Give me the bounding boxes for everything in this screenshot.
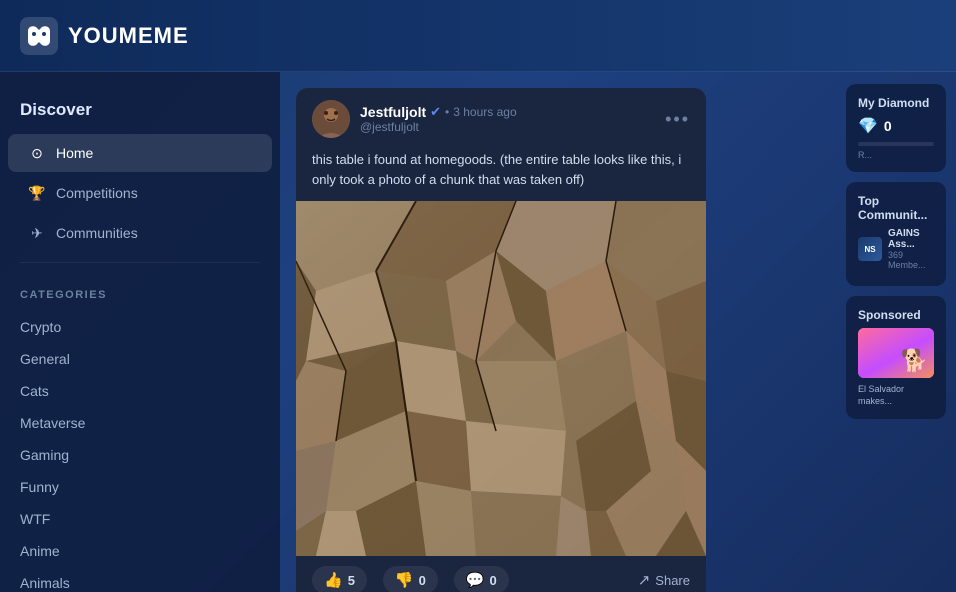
dog-emoji: 🐕 bbox=[901, 348, 928, 374]
diamond-count: 0 bbox=[884, 118, 892, 134]
author-name-row: Jestfuljolt ✔ • 3 hours ago bbox=[360, 104, 517, 120]
post-card: Jestfuljolt ✔ • 3 hours ago @jestfuljolt… bbox=[296, 88, 706, 592]
diamond-icon: 💎 bbox=[858, 116, 878, 136]
diamond-title: My Diamond bbox=[858, 96, 934, 110]
sidebar-item-communities-label: Communities bbox=[56, 225, 138, 241]
right-sidebar: My Diamond 💎 0 R... Top Communit... NS G… bbox=[846, 72, 956, 592]
dislike-icon: 👎 bbox=[395, 571, 414, 589]
category-gaming[interactable]: Gaming bbox=[0, 439, 280, 471]
comment-count: 0 bbox=[490, 573, 497, 588]
sponsored-card: Sponsored 🐕 El Salvador makes... bbox=[846, 296, 946, 419]
categories-title: CATEGORIES bbox=[0, 289, 280, 311]
top-communities-title: Top Communit... bbox=[858, 194, 934, 222]
communities-icon: ✈ bbox=[28, 224, 46, 242]
sidebar-item-competitions[interactable]: 🏆 Competitions bbox=[8, 174, 272, 212]
comment-button[interactable]: 💬 0 bbox=[454, 566, 509, 592]
sidebar-divider bbox=[20, 262, 260, 263]
sponsored-title: Sponsored bbox=[858, 308, 934, 322]
author-name: Jestfuljolt bbox=[360, 104, 426, 120]
like-count: 5 bbox=[348, 573, 355, 588]
category-metaverse[interactable]: Metaverse bbox=[0, 407, 280, 439]
diamond-card: My Diamond 💎 0 R... bbox=[846, 84, 946, 172]
post-menu-button[interactable]: ••• bbox=[665, 109, 690, 130]
category-wtf[interactable]: WTF bbox=[0, 503, 280, 535]
sidebar-item-communities[interactable]: ✈ Communities bbox=[8, 214, 272, 252]
category-general[interactable]: General bbox=[0, 343, 280, 375]
category-crypto[interactable]: Crypto bbox=[0, 311, 280, 343]
home-icon: ⊙ bbox=[28, 144, 46, 162]
main-layout: Discover ⊙ Home 🏆 Competitions ✈ Communi… bbox=[0, 72, 956, 592]
separator: • bbox=[445, 105, 449, 119]
competitions-icon: 🏆 bbox=[28, 184, 46, 202]
category-anime[interactable]: Anime bbox=[0, 535, 280, 567]
sidebar-item-home[interactable]: ⊙ Home bbox=[8, 134, 272, 172]
post-text: this table i found at homegoods. (the en… bbox=[296, 146, 706, 201]
avatar-image bbox=[312, 100, 350, 138]
categories-section: CATEGORIES Crypto General Cats Metaverse… bbox=[0, 273, 280, 592]
logo-icon bbox=[20, 17, 58, 55]
community-name: GAINS Ass... bbox=[888, 228, 934, 250]
dislike-button[interactable]: 👎 0 bbox=[383, 566, 438, 592]
avatar bbox=[312, 100, 350, 138]
discover-title: Discover bbox=[0, 92, 280, 132]
header: YOUMEME bbox=[0, 0, 956, 72]
community-item[interactable]: NS GAINS Ass... 369 Membe... bbox=[858, 228, 934, 270]
author-handle: @jestfuljolt bbox=[360, 120, 517, 134]
logo[interactable]: YOUMEME bbox=[20, 17, 189, 55]
community-avatar: NS bbox=[858, 237, 882, 261]
sponsored-text: El Salvador makes... bbox=[858, 384, 934, 407]
post-header: Jestfuljolt ✔ • 3 hours ago @jestfuljolt… bbox=[296, 88, 706, 146]
sidebar-item-home-label: Home bbox=[56, 145, 93, 161]
diamond-row: 💎 0 bbox=[858, 116, 934, 136]
content-area: Jestfuljolt ✔ • 3 hours ago @jestfuljolt… bbox=[280, 72, 846, 592]
community-members: 369 Membe... bbox=[888, 250, 934, 270]
post-time: 3 hours ago bbox=[453, 105, 516, 119]
post-image bbox=[296, 201, 706, 556]
share-button[interactable]: ↗ Share bbox=[638, 571, 690, 589]
like-button[interactable]: 👍 5 bbox=[312, 566, 367, 592]
category-cats[interactable]: Cats bbox=[0, 375, 280, 407]
like-icon: 👍 bbox=[324, 571, 343, 589]
community-info: GAINS Ass... 369 Membe... bbox=[888, 228, 934, 270]
share-label: Share bbox=[655, 573, 690, 588]
sponsored-image[interactable]: 🐕 bbox=[858, 328, 934, 378]
category-animals[interactable]: Animals bbox=[0, 567, 280, 592]
verified-badge: ✔ bbox=[430, 104, 441, 120]
post-author: Jestfuljolt ✔ • 3 hours ago @jestfuljolt bbox=[312, 100, 517, 138]
sidebar: Discover ⊙ Home 🏆 Competitions ✈ Communi… bbox=[0, 72, 280, 592]
category-funny[interactable]: Funny bbox=[0, 471, 280, 503]
sidebar-item-competitions-label: Competitions bbox=[56, 185, 138, 201]
share-icon: ↗ bbox=[638, 571, 651, 589]
post-actions: 👍 5 👎 0 💬 0 ↗ Share bbox=[296, 556, 706, 592]
mosaic-overlay bbox=[296, 201, 706, 556]
comment-icon: 💬 bbox=[466, 571, 485, 589]
top-communities-card: Top Communit... NS GAINS Ass... 369 Memb… bbox=[846, 182, 946, 286]
author-info: Jestfuljolt ✔ • 3 hours ago @jestfuljolt bbox=[360, 104, 517, 134]
dislike-count: 0 bbox=[419, 573, 426, 588]
logo-text: YOUMEME bbox=[68, 23, 189, 49]
